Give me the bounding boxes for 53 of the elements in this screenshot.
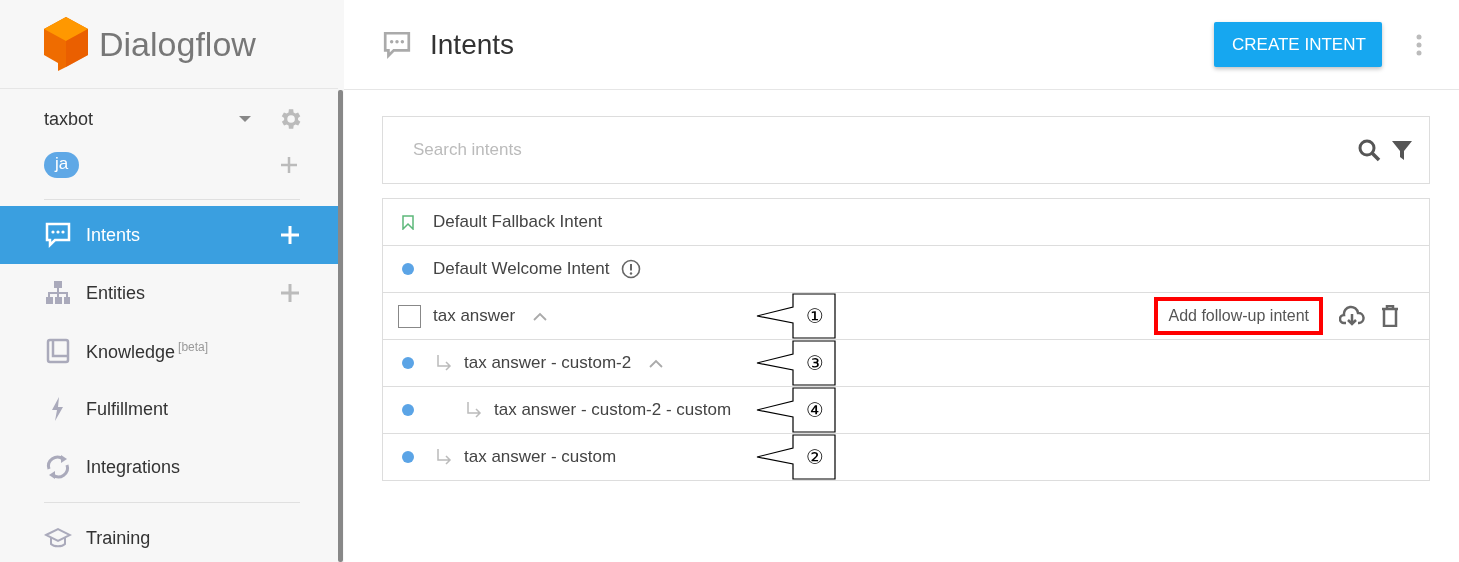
cube-logo-icon [43,15,89,73]
nav-item[interactable]: Fulfillment [0,380,338,438]
nav-label: Entities [86,282,147,304]
nav-label: Intents [86,224,142,246]
bookmark-icon [402,214,414,230]
nav-item[interactable]: Entities [0,264,338,322]
child-arrow-icon [436,449,452,465]
scrollbar[interactable] [338,90,343,562]
nav-item[interactable]: Integrations [0,438,338,496]
logo-text: Dialogflow [99,24,256,64]
status-dot [402,263,414,275]
intent-name[interactable]: Default Welcome Intent [433,259,610,279]
add-follow-up-link[interactable]: Add follow-up intent [1154,297,1323,335]
callout: ① [756,293,836,339]
more-options-icon[interactable] [1416,33,1422,56]
dropdown-caret-icon[interactable] [239,116,251,122]
collapse-icon[interactable] [533,311,548,321]
nav-item[interactable]: Training [0,509,338,562]
search-bar[interactable]: Search intents [382,116,1430,184]
nav-label: Knowledge $^{[beta]}$ [86,339,210,363]
collapse-icon[interactable] [649,358,664,368]
nav-label: Training [86,527,152,549]
callout: ③ [756,340,836,386]
callout: ② [756,434,836,480]
nav-label: Fulfillment [86,398,170,420]
intent-name[interactable]: tax answer - custom [464,447,617,467]
page-title: Intents [430,28,516,61]
hierarchy-icon [44,279,72,307]
search-field[interactable]: Search intents [413,136,1347,164]
intent-name[interactable]: tax answer - custom-2 - custom [494,400,732,420]
filter-icon[interactable] [1391,139,1413,161]
search-icon[interactable] [1357,138,1381,162]
add-icon[interactable] [280,283,300,303]
status-dot [402,451,414,463]
child-arrow-icon [436,355,452,371]
checkbox[interactable] [397,304,421,328]
intent-name[interactable]: tax answer [433,306,516,326]
intent-name[interactable]: tax answer - custom-2 [464,353,632,373]
delete-icon[interactable] [1381,305,1399,327]
chat-bubble-icon [44,221,72,249]
status-dot [402,357,414,369]
add-icon[interactable] [280,156,298,174]
intent-name[interactable]: Default Fallback Intent [433,212,603,232]
child-arrow-icon [466,402,482,418]
callout: ④ [756,387,836,433]
sync-icon [44,453,72,481]
nav-item[interactable]: Knowledge $^{[beta]}$ [0,322,338,380]
cloud-download-icon[interactable] [1339,305,1365,327]
agent-name: taxbot [44,108,95,130]
chat-bubble-icon [382,29,412,60]
book-icon [44,337,72,365]
nav-label: Integrations [86,456,182,478]
status-dot [402,404,414,416]
